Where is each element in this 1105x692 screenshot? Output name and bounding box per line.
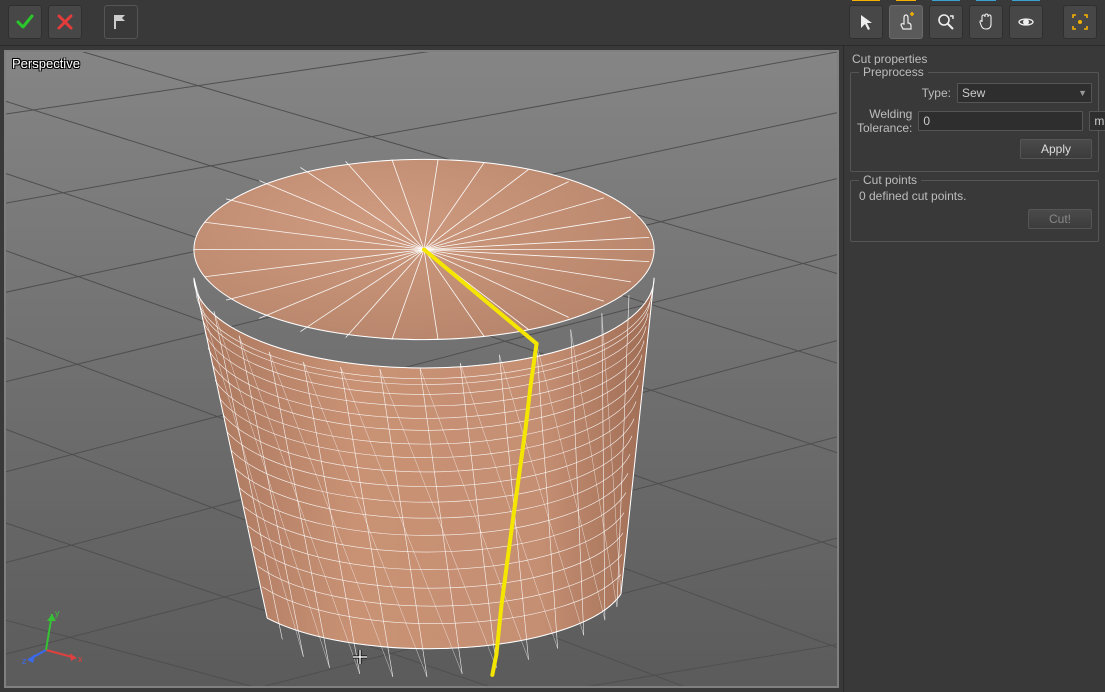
welding-tolerance-label: Welding Tolerance: xyxy=(857,107,912,135)
cut-button[interactable]: Cut! xyxy=(1028,209,1092,229)
viewport-container: Perspective xyxy=(0,46,843,692)
cutpoints-count-text: 0 defined cut points. xyxy=(857,187,1092,205)
x-icon xyxy=(56,13,74,31)
viewport[interactable]: Perspective xyxy=(4,50,839,688)
cursor-icon xyxy=(857,13,875,31)
flag-icon xyxy=(111,12,131,32)
touch-tool-button[interactable] xyxy=(889,5,923,39)
touch-plus-icon xyxy=(896,12,916,32)
axis-gizmo: x z y xyxy=(22,606,82,666)
orbit-icon xyxy=(1016,12,1036,32)
cutpoints-legend: Cut points xyxy=(859,173,921,187)
preprocess-legend: Preprocess xyxy=(859,65,928,79)
type-dropdown[interactable]: Sew ▼ xyxy=(957,83,1092,103)
flag-button[interactable] xyxy=(104,5,138,39)
ok-button[interactable] xyxy=(8,5,42,39)
unit-value: mm xyxy=(1094,114,1105,128)
welding-tolerance-input[interactable] xyxy=(918,111,1083,131)
zoom-tool-button[interactable] xyxy=(929,5,963,39)
frame-icon xyxy=(1070,12,1090,32)
welding-tolerance-unit-dropdown[interactable]: mm ▼ xyxy=(1089,111,1105,131)
frame-selection-button[interactable] xyxy=(1063,5,1097,39)
svg-text:x: x xyxy=(78,654,82,664)
viewport-canvas xyxy=(6,52,837,686)
svg-text:y: y xyxy=(55,608,60,618)
viewport-label: Perspective xyxy=(12,56,80,71)
svg-text:z: z xyxy=(22,656,27,666)
type-value: Sew xyxy=(962,86,985,100)
check-icon xyxy=(15,12,35,32)
toolbar xyxy=(0,0,1105,46)
pan-tool-button[interactable] xyxy=(969,5,1003,39)
hand-icon xyxy=(976,12,996,32)
cylinder-mesh xyxy=(194,159,654,677)
zoom-icon xyxy=(936,12,956,32)
cutpoints-group: Cut points 0 defined cut points. Cut! xyxy=(850,180,1099,242)
chevron-down-icon: ▼ xyxy=(1078,88,1087,98)
cancel-button[interactable] xyxy=(48,5,82,39)
preprocess-group: Preprocess Type: Sew ▼ Welding Tolerance… xyxy=(850,72,1099,172)
main-area: Perspective xyxy=(0,46,1105,692)
apply-button[interactable]: Apply xyxy=(1020,139,1092,159)
select-tool-button[interactable] xyxy=(849,5,883,39)
type-label: Type: xyxy=(857,86,951,100)
orbit-tool-button[interactable] xyxy=(1009,5,1043,39)
side-panel: Cut properties Preprocess Type: Sew ▼ We… xyxy=(843,46,1105,692)
